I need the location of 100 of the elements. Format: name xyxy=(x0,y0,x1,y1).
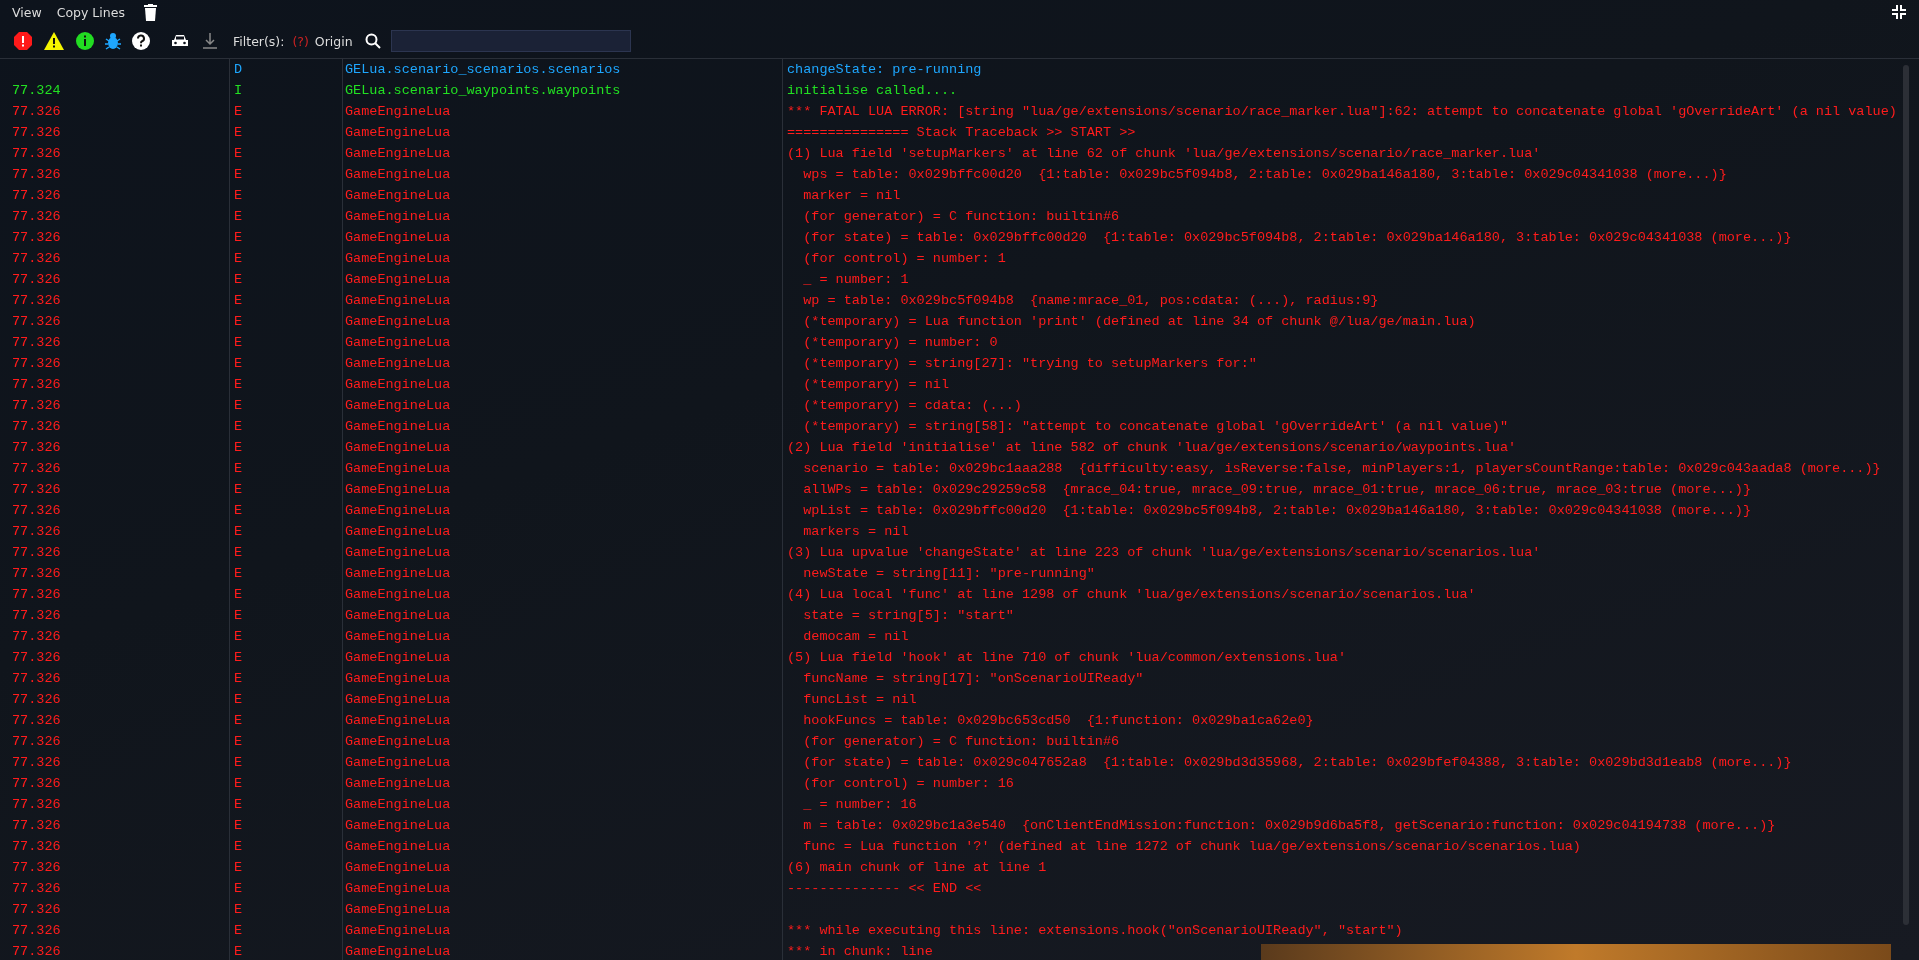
message-cell-text: newState = string[11]: "pre-running" xyxy=(802,565,1095,583)
origin-cell: GameEngineLua xyxy=(343,773,783,794)
message-cell-text: (*temporary) = nil xyxy=(802,376,950,394)
time-cell: 77.326 xyxy=(0,164,230,185)
origin-cell: GameEngineLua xyxy=(343,290,783,311)
origin-cell: GameEngineLua xyxy=(343,479,783,500)
level-cell: E xyxy=(230,206,343,227)
level-cell: E xyxy=(230,437,343,458)
origin-cell: GELua.scenario_scenarios.scenarios xyxy=(343,59,783,80)
origin-cell: GameEngineLua xyxy=(343,710,783,731)
level-cell: E xyxy=(230,626,343,647)
trash-icon[interactable] xyxy=(143,3,157,21)
message-cell-text: (2) Lua field 'initialise' at line 582 of chunk 'lua/ge/extensions/scenario/waypoints.lua' xyxy=(786,439,1517,457)
time-cell: 77.326 xyxy=(0,647,230,668)
level-cell: D xyxy=(230,59,343,80)
origin-cell: GameEngineLua xyxy=(343,227,783,248)
level-cell: E xyxy=(230,668,343,689)
message-cell-text: funcName = string[17]: "onScenarioUIReady" xyxy=(802,670,1144,688)
message-cell-text: markers = nil xyxy=(802,523,909,541)
origin-cell: GameEngineLua xyxy=(343,437,783,458)
time-cell: 77.326 xyxy=(0,815,230,836)
level-cell: E xyxy=(230,857,343,878)
time-cell: 77.326 xyxy=(0,773,230,794)
level-cell: E xyxy=(230,374,343,395)
time-cell: 77.326 xyxy=(0,248,230,269)
warning-filter-icon[interactable] xyxy=(43,31,65,51)
time-cell: 77.326 xyxy=(0,794,230,815)
origin-cell: GameEngineLua xyxy=(343,563,783,584)
time-cell: 77.326 xyxy=(0,563,230,584)
level-cell: E xyxy=(230,458,343,479)
level-cell: E xyxy=(230,122,343,143)
level-cell: E xyxy=(230,290,343,311)
message-cell-text: *** while executing this line: extensions.hook("onScenarioUIReady", "start") xyxy=(786,922,1403,940)
level-cell: E xyxy=(230,227,343,248)
menu-item[interactable]: Copy Lines xyxy=(56,4,125,20)
time-cell: 77.326 xyxy=(0,836,230,857)
origin-cell: GameEngineLua xyxy=(343,395,783,416)
time-cell: 77.326 xyxy=(0,668,230,689)
level-cell: E xyxy=(230,899,343,920)
time-cell: 77.326 xyxy=(0,311,230,332)
origin-cell: GameEngineLua xyxy=(343,794,783,815)
origin-cell: GameEngineLua xyxy=(343,332,783,353)
message-cell-text: (5) Lua field 'hook' at line 710 of chunk 'lua/common/extensions.lua' xyxy=(786,649,1346,667)
message-cell-text: *** in chunk: line xyxy=(786,943,933,960)
menu-item[interactable]: View xyxy=(12,4,42,20)
collapse-icon[interactable] xyxy=(1891,4,1907,20)
level-cell: E xyxy=(230,920,343,941)
time-cell: 77.326 xyxy=(0,941,230,960)
time-cell: 77.326 xyxy=(0,605,230,626)
level-cell: E xyxy=(230,815,343,836)
origin-cell: GELua.scenario_waypoints.waypoints xyxy=(343,80,783,101)
time-cell: 77.326 xyxy=(0,185,230,206)
origin-cell: GameEngineLua xyxy=(343,731,783,752)
origin-cell: GameEngineLua xyxy=(343,101,783,122)
message-cell-text: funcList = nil xyxy=(802,691,917,709)
scrollbar[interactable] xyxy=(1903,65,1909,925)
time-cell: 77.326 xyxy=(0,626,230,647)
help-filter-icon[interactable] xyxy=(131,31,151,51)
level-cell: E xyxy=(230,584,343,605)
level-cell: E xyxy=(230,248,343,269)
level-cell: E xyxy=(230,521,343,542)
time-cell: 77.326 xyxy=(0,290,230,311)
message-cell-text: (*temporary) = Lua function 'print' (defined at line 34 of chunk @/lua/ge/main.lua) xyxy=(802,313,1476,331)
search-icon[interactable] xyxy=(364,33,381,49)
origin-cell: GameEngineLua xyxy=(343,353,783,374)
message-cell-text: allWPs = table: 0x029c29259c58 {mrace_04:true, mrace_09:true, mrace_01:true, mrace_06:true, mrace_03:true (more...)} xyxy=(802,481,1752,499)
message-cell-text: (for control) = number: 1 xyxy=(802,250,1006,268)
message-cell-text: -------------- << END << xyxy=(786,880,982,898)
time-cell: 77.326 xyxy=(0,689,230,710)
time-cell: 77.326 xyxy=(0,479,230,500)
time-cell: 77.326 xyxy=(0,752,230,773)
message-cell-text: (for state) = table: 0x029c047652a8 {1:table: 0x029bd3d35968, 2:table: 0x029bfef04388, 3:table: 0x029bd3d1eab8 (more...)} xyxy=(802,754,1792,772)
origin-filter[interactable]: Origin xyxy=(314,33,353,49)
origin-cell: GameEngineLua xyxy=(343,416,783,437)
message-cell-text: (for state) = table: 0x029bffc00d20 {1:table: 0x029bc5f094b8, 2:table: 0x029ba146a180, 3:table: 0x029c04341038 (more...)} xyxy=(802,229,1792,247)
level-cell: E xyxy=(230,563,343,584)
origin-cell: GameEngineLua xyxy=(343,164,783,185)
level-cell: E xyxy=(230,101,343,122)
message-cell-text: (*temporary) = number: 0 xyxy=(802,334,998,352)
error-filter-icon[interactable] xyxy=(13,31,33,51)
message-cell-text: _ = number: 1 xyxy=(802,271,909,289)
origin-cell: GameEngineLua xyxy=(343,185,783,206)
level-cell: E xyxy=(230,332,343,353)
car-icon[interactable] xyxy=(171,34,189,48)
download-icon[interactable] xyxy=(203,33,217,49)
time-cell: 77.326 xyxy=(0,353,230,374)
origin-cell: GameEngineLua xyxy=(343,542,783,563)
level-cell: E xyxy=(230,773,343,794)
level-cell: E xyxy=(230,269,343,290)
origin-cell: GameEngineLua xyxy=(343,836,783,857)
time-cell: 77.326 xyxy=(0,122,230,143)
bug-filter-icon[interactable] xyxy=(105,32,121,50)
info-filter-icon[interactable] xyxy=(75,31,95,51)
origin-cell: GameEngineLua xyxy=(343,248,783,269)
origin-cell: GameEngineLua xyxy=(343,878,783,899)
message-cell-text: wp = table: 0x029bc5f094b8 {name:mrace_01, pos:cdata: (...), radius:9} xyxy=(802,292,1379,310)
level-cell: E xyxy=(230,878,343,899)
search-field[interactable] xyxy=(390,30,631,52)
time-cell: 77.326 xyxy=(0,458,230,479)
filter-label: Filter(s): xyxy=(233,33,285,49)
